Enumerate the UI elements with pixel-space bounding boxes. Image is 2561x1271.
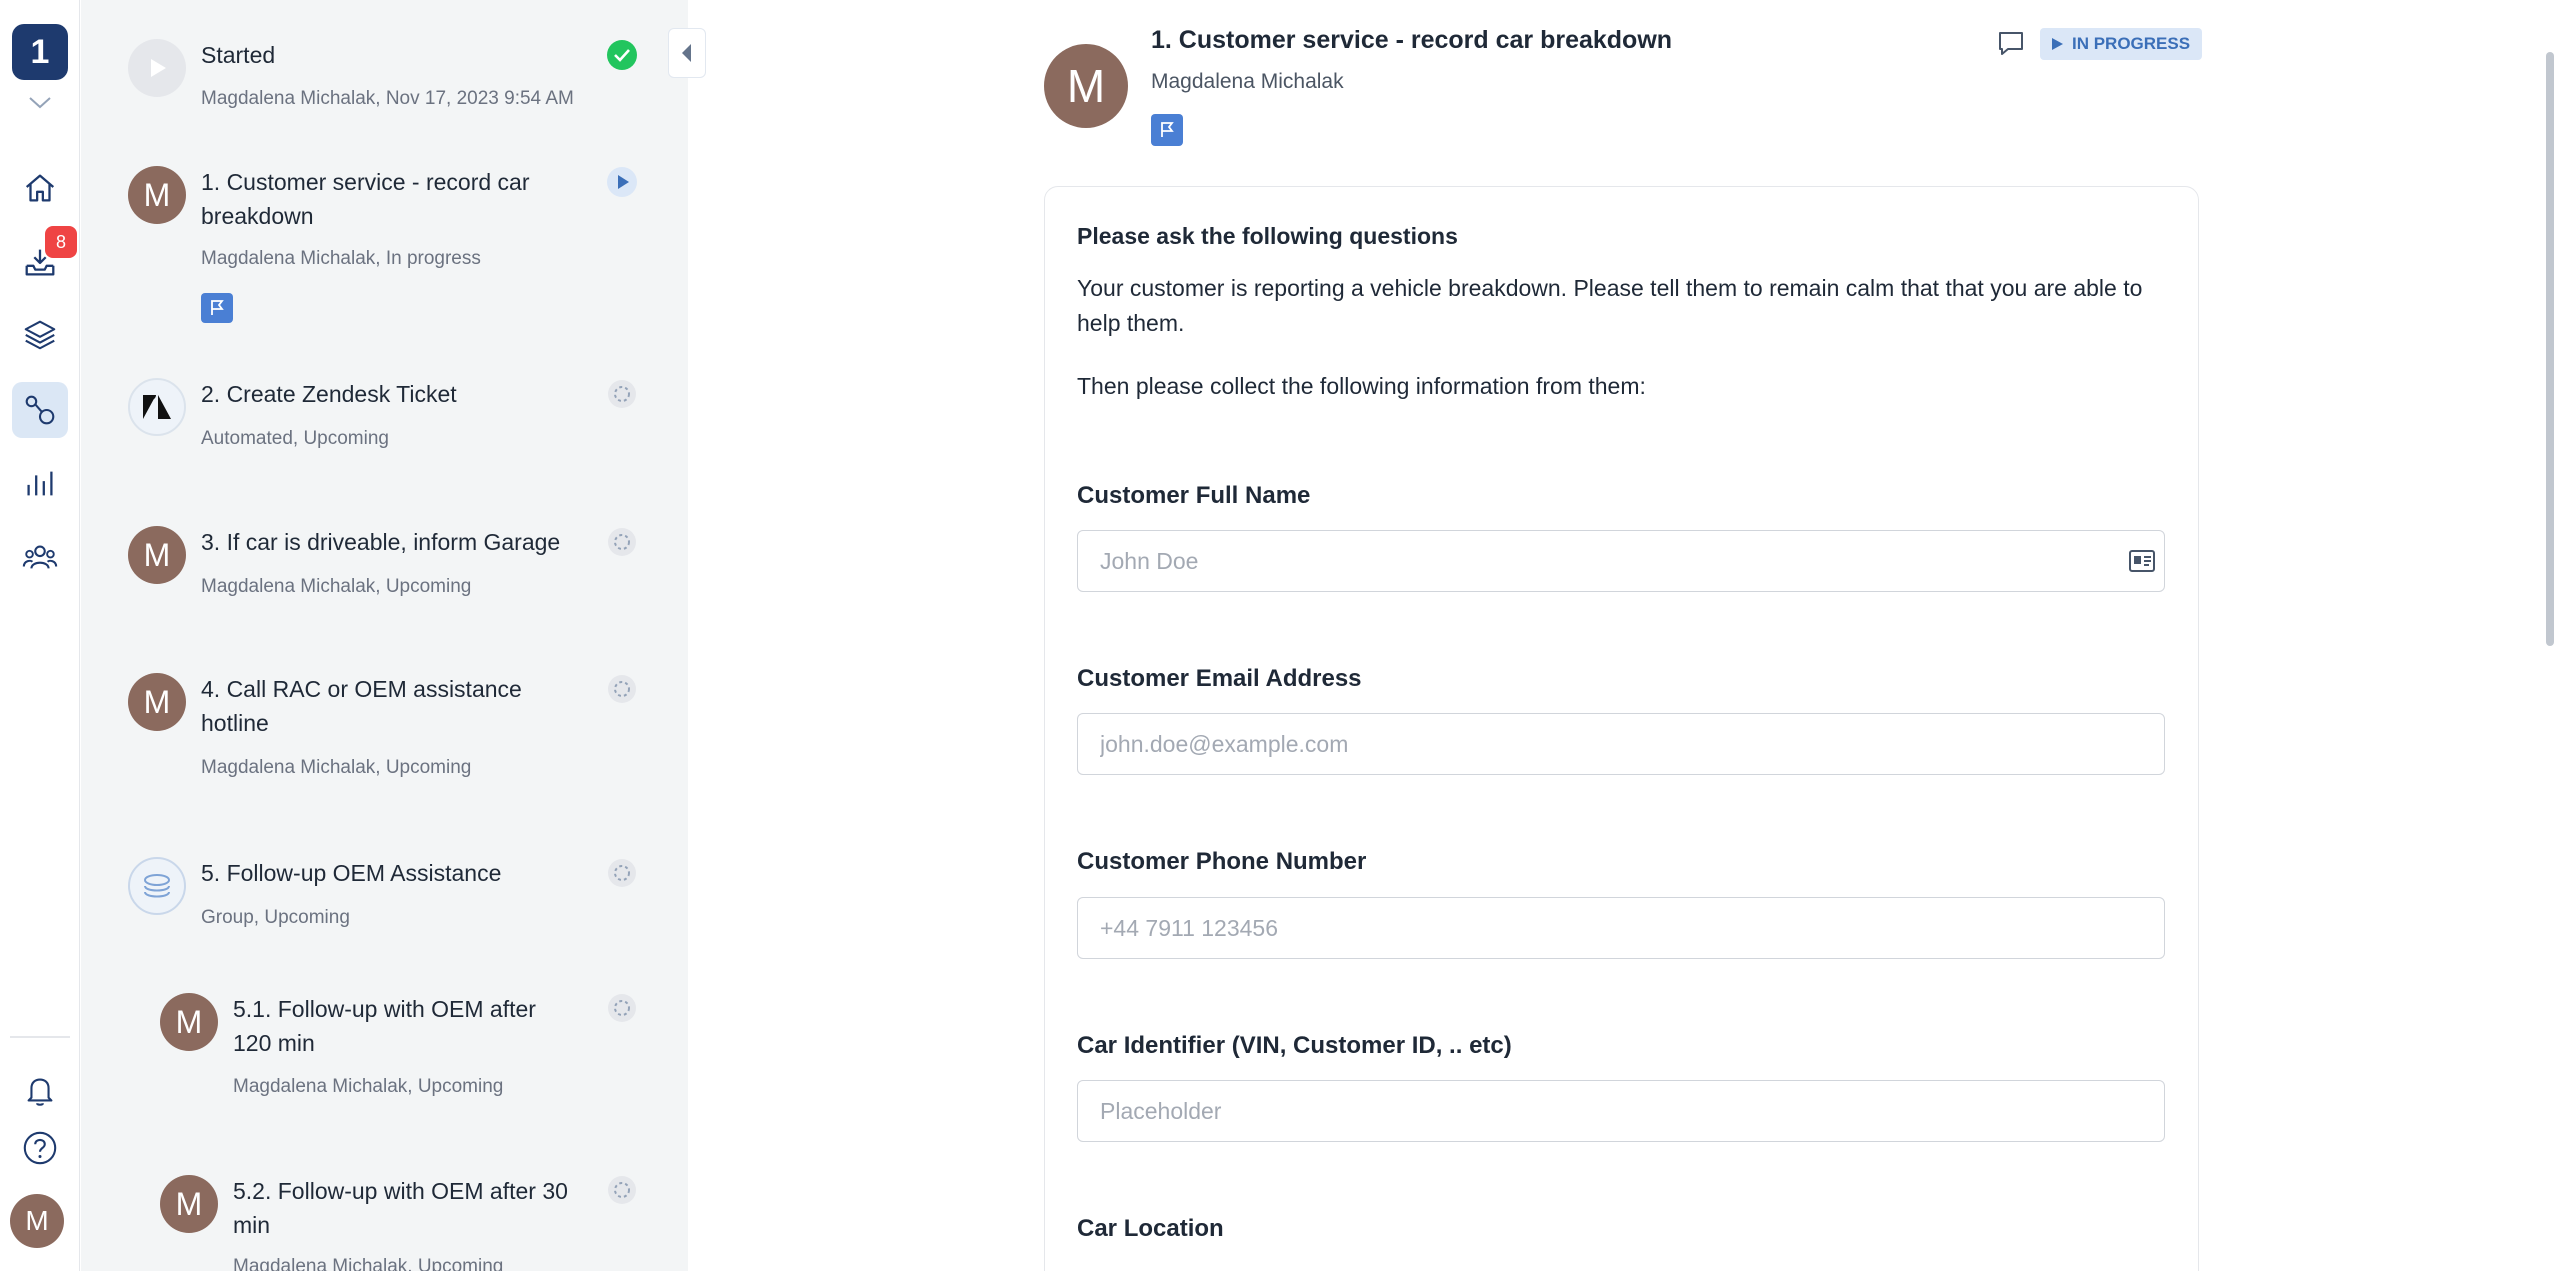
flag-icon[interactable] bbox=[1151, 114, 1183, 146]
play-icon bbox=[2052, 38, 2063, 50]
play-icon bbox=[128, 39, 186, 97]
steps-sidebar: Started Magdalena Michalak, Nov 17, 2023… bbox=[81, 0, 688, 1271]
step-5[interactable]: 5. Follow-up OEM Assistance Group, Upcom… bbox=[81, 841, 688, 951]
upcoming-icon bbox=[607, 858, 637, 888]
chevron-left-icon bbox=[682, 44, 691, 62]
step-2[interactable]: 2. Create Zendesk Ticket Automated, Upco… bbox=[81, 362, 688, 472]
step-avatar: M bbox=[128, 526, 186, 584]
bell-icon bbox=[27, 1078, 53, 1106]
step-meta: Magdalena Michalak, Upcoming bbox=[233, 1256, 504, 1271]
analytics-button[interactable] bbox=[12, 455, 68, 511]
form-heading: Please ask the following questions bbox=[1077, 223, 1458, 249]
step-meta: Magdalena Michalak, Upcoming bbox=[233, 1076, 504, 1097]
task-form: Please ask the following questions Your … bbox=[1044, 186, 2199, 1271]
help-button[interactable] bbox=[12, 1120, 68, 1176]
form-intro: Your customer is reporting a vehicle bre… bbox=[1077, 275, 2143, 336]
customer-email-label: Customer Email Address bbox=[1077, 665, 1362, 692]
step-title: 5.1. Follow-up with OEM after 120 min bbox=[233, 996, 536, 1056]
step-avatar: M bbox=[160, 1175, 218, 1233]
car-location-label: Car Location bbox=[1077, 1215, 1224, 1242]
home-icon bbox=[25, 174, 55, 202]
task-assignee: Magdalena Michalak bbox=[1151, 70, 1344, 93]
flag-icon bbox=[201, 293, 233, 323]
in-progress-icon bbox=[607, 167, 637, 197]
step-title: 1. Customer service - record car breakdo… bbox=[201, 169, 530, 229]
step-title: 4. Call RAC or OEM assistance hotline bbox=[201, 676, 522, 736]
user-avatar[interactable]: M bbox=[10, 1194, 64, 1248]
help-icon bbox=[23, 1131, 57, 1165]
upcoming-icon bbox=[607, 379, 637, 409]
scrollbar[interactable] bbox=[2546, 52, 2554, 646]
upcoming-icon bbox=[607, 527, 637, 557]
upcoming-icon bbox=[607, 1175, 637, 1205]
step-meta: Automated, Upcoming bbox=[201, 428, 389, 449]
task-title: 1. Customer service - record car breakdo… bbox=[1151, 26, 1673, 54]
step-avatar: M bbox=[160, 993, 218, 1051]
team-button[interactable] bbox=[12, 529, 68, 585]
analytics-icon bbox=[27, 471, 53, 496]
upcoming-icon bbox=[607, 674, 637, 704]
customer-name-input[interactable] bbox=[1077, 530, 2165, 592]
step-5-2[interactable]: M 5.2. Follow-up with OEM after 30 min M… bbox=[81, 1172, 688, 1271]
customer-phone-input[interactable] bbox=[1077, 897, 2165, 959]
customer-email-input[interactable] bbox=[1077, 713, 2165, 775]
workspace-badge[interactable]: 1 bbox=[12, 24, 68, 80]
notifications-button[interactable] bbox=[12, 1062, 68, 1118]
task-detail: M 1. Customer service - record car break… bbox=[688, 0, 2561, 1271]
inbox-count-badge: 8 bbox=[45, 226, 77, 258]
step-avatar: M bbox=[128, 166, 186, 224]
home-button[interactable] bbox=[12, 160, 68, 216]
customer-name-label: Customer Full Name bbox=[1077, 482, 1311, 509]
contact-card-icon[interactable] bbox=[2127, 548, 2157, 574]
step-meta: Magdalena Michalak, Upcoming bbox=[201, 576, 472, 597]
layers-button[interactable] bbox=[12, 306, 68, 362]
chevron-down-icon[interactable] bbox=[27, 92, 53, 112]
step-1[interactable]: M 1. Customer service - record car break… bbox=[81, 150, 688, 330]
check-circle-icon bbox=[607, 40, 637, 70]
customer-phone-label: Customer Phone Number bbox=[1077, 848, 1367, 875]
rail-divider bbox=[10, 1036, 70, 1038]
form-instruction: Then please collect the following inform… bbox=[1077, 373, 1646, 399]
car-identifier-input[interactable] bbox=[1077, 1080, 2165, 1142]
status-label: IN PROGRESS bbox=[2072, 34, 2191, 53]
step-title: 5.2. Follow-up with OEM after 30 min bbox=[233, 1178, 568, 1238]
step-3[interactable]: M 3. If car is driveable, inform Garage … bbox=[81, 510, 688, 620]
step-meta: Magdalena Michalak, In progress bbox=[201, 248, 481, 269]
step-meta: Group, Upcoming bbox=[201, 907, 350, 928]
team-icon bbox=[22, 545, 58, 569]
step-4[interactable]: M 4. Call RAC or OEM assistance hotline … bbox=[81, 657, 688, 807]
nav-rail: 1 8 M bbox=[0, 0, 80, 1271]
task-assignee-avatar: M bbox=[1044, 44, 1128, 128]
status-badge: IN PROGRESS bbox=[2040, 28, 2203, 60]
step-5-1[interactable]: M 5.1. Follow-up with OEM after 120 min … bbox=[81, 990, 688, 1130]
comment-icon[interactable] bbox=[1996, 28, 2026, 58]
group-icon bbox=[128, 857, 186, 915]
workflow-icon bbox=[25, 395, 55, 425]
step-title: 2. Create Zendesk Ticket bbox=[201, 381, 457, 407]
layers-icon bbox=[24, 320, 56, 350]
upcoming-icon bbox=[607, 993, 637, 1023]
step-title: 5. Follow-up OEM Assistance bbox=[201, 860, 502, 886]
step-avatar: M bbox=[128, 673, 186, 731]
collapse-sidebar-button[interactable] bbox=[668, 28, 706, 78]
step-started[interactable]: Started Magdalena Michalak, Nov 17, 2023… bbox=[81, 0, 688, 130]
car-identifier-label: Car Identifier (VIN, Customer ID, .. etc… bbox=[1077, 1032, 1512, 1059]
workflows-button[interactable] bbox=[12, 382, 68, 438]
step-meta: Magdalena Michalak, Upcoming bbox=[201, 757, 472, 778]
zendesk-icon bbox=[128, 378, 186, 436]
step-title: 3. If car is driveable, inform Garage bbox=[201, 529, 561, 555]
step-title: Started bbox=[201, 42, 276, 68]
step-meta: Magdalena Michalak, Nov 17, 2023 9:54 AM bbox=[201, 88, 574, 109]
